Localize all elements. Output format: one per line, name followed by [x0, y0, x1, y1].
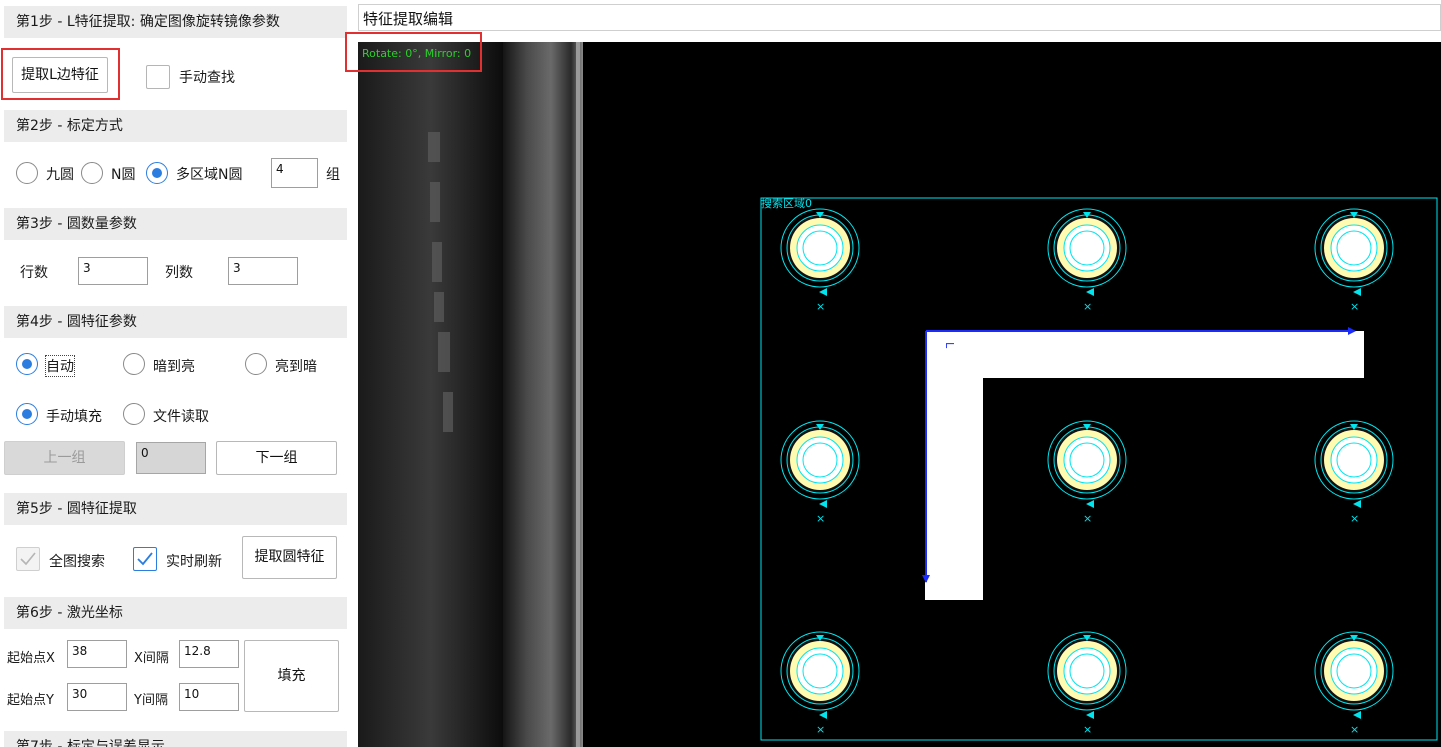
circle-marker: ×	[780, 208, 860, 313]
full-search-label: 全图搜索	[49, 554, 105, 570]
radio-multi-region-label: 多区域N圆	[176, 167, 243, 183]
radio-manual-fill[interactable]	[16, 403, 38, 425]
step5-header: 第5步 - 圆特征提取	[4, 493, 347, 525]
circle-marker: ×	[1314, 208, 1394, 313]
manual-find-label: 手动查找	[179, 70, 235, 86]
start-x-input[interactable]: 38	[67, 640, 127, 668]
l-label: L	[943, 342, 956, 349]
svg-text:×: ×	[1083, 300, 1092, 313]
l-feature-shape	[925, 331, 1364, 600]
svg-text:×: ×	[816, 723, 825, 736]
circle-marker: ×	[1047, 631, 1127, 736]
y-interval-input[interactable]: 10	[179, 683, 239, 711]
svg-text:×: ×	[1083, 723, 1092, 736]
svg-text:×: ×	[816, 300, 825, 313]
radio-nine-circle[interactable]	[16, 162, 38, 184]
radio-auto-label: 自动	[45, 355, 75, 377]
radio-bright-to-dark[interactable]	[245, 353, 267, 375]
extract-l-edge-button[interactable]: 提取L边特征	[12, 57, 108, 93]
radio-n-circle[interactable]	[81, 162, 103, 184]
start-x-label: 起始点X	[7, 651, 55, 666]
svg-text:×: ×	[1083, 512, 1092, 525]
step1-header: 第1步 - L特征提取: 确定图像旋转镜像参数	[4, 6, 347, 38]
start-y-input[interactable]: 30	[67, 683, 127, 711]
full-search-checkbox[interactable]	[16, 547, 40, 571]
circle-marker: ×	[780, 420, 860, 525]
circle-marker: ×	[1314, 631, 1394, 736]
radio-nine-circle-label: 九圆	[46, 167, 74, 183]
radio-auto[interactable]	[16, 353, 38, 375]
rows-label: 行数	[20, 265, 48, 281]
radio-file-read[interactable]	[123, 403, 145, 425]
step3-header: 第3步 - 圆数量参数	[4, 208, 347, 240]
circle-marker: ×	[1047, 420, 1127, 525]
check-icon	[137, 552, 153, 566]
x-interval-input[interactable]: 12.8	[179, 640, 239, 668]
rows-input[interactable]: 3	[78, 257, 148, 285]
search-region-label: 搜索区域0	[761, 196, 812, 210]
start-y-label: 起始点Y	[7, 693, 54, 708]
step4-header: 第4步 - 圆特征参数	[4, 306, 347, 338]
extract-circle-feature-button[interactable]: 提取圆特征	[242, 536, 337, 579]
y-interval-label: Y间隔	[134, 693, 168, 708]
radio-dark-to-bright[interactable]	[123, 353, 145, 375]
group-unit-label: 组	[326, 167, 340, 183]
radio-file-read-label: 文件读取	[153, 409, 209, 425]
camera-image: 搜索区域0 L × × × × × × × × ×	[358, 42, 1438, 747]
group-count-input[interactable]: 4	[271, 158, 318, 188]
radio-bright-to-dark-label: 亮到暗	[275, 359, 317, 375]
group-index-input[interactable]: 0	[136, 442, 206, 474]
circle-marker: ×	[1047, 208, 1127, 313]
calibration-circles: × × × × × × × × ×	[780, 208, 1394, 736]
manual-find-checkbox[interactable]	[146, 65, 170, 89]
circle-marker: ×	[780, 631, 860, 736]
radio-multi-region-n-circle[interactable]	[146, 162, 168, 184]
svg-text:×: ×	[1350, 300, 1359, 313]
image-viewer[interactable]: 搜索区域0 L × × × × × × × × × Rotate: 0°, Mirror: 0	[358, 42, 1441, 747]
step6-header: 第6步 - 激光坐标	[4, 597, 347, 629]
x-interval-label: X间隔	[134, 651, 169, 666]
rotate-mirror-status: Rotate: 0°, Mirror: 0	[362, 47, 472, 60]
prev-group-button[interactable]: 上一组	[4, 441, 125, 475]
svg-text:×: ×	[816, 512, 825, 525]
realtime-refresh-checkbox[interactable]	[133, 547, 157, 571]
radio-n-circle-label: N圆	[111, 167, 136, 183]
editor-title-field: 特征提取编辑	[358, 4, 1441, 31]
fill-button[interactable]: 填充	[244, 640, 339, 712]
check-icon	[20, 552, 36, 566]
left-panel: 第1步 - L特征提取: 确定图像旋转镜像参数 提取L边特征 手动查找 第2步 …	[0, 0, 352, 747]
realtime-refresh-label: 实时刷新	[166, 554, 222, 570]
cols-input[interactable]: 3	[228, 257, 298, 285]
circle-marker: ×	[1314, 420, 1394, 525]
step7-header: 第7步 - 标定与误差显示	[4, 731, 347, 747]
next-group-button[interactable]: 下一组	[216, 441, 337, 475]
svg-text:×: ×	[1350, 723, 1359, 736]
radio-dark-to-bright-label: 暗到亮	[153, 359, 195, 375]
radio-manual-fill-label: 手动填充	[46, 409, 102, 425]
step2-header: 第2步 - 标定方式	[4, 110, 347, 142]
cols-label: 列数	[165, 265, 193, 281]
svg-text:×: ×	[1350, 512, 1359, 525]
